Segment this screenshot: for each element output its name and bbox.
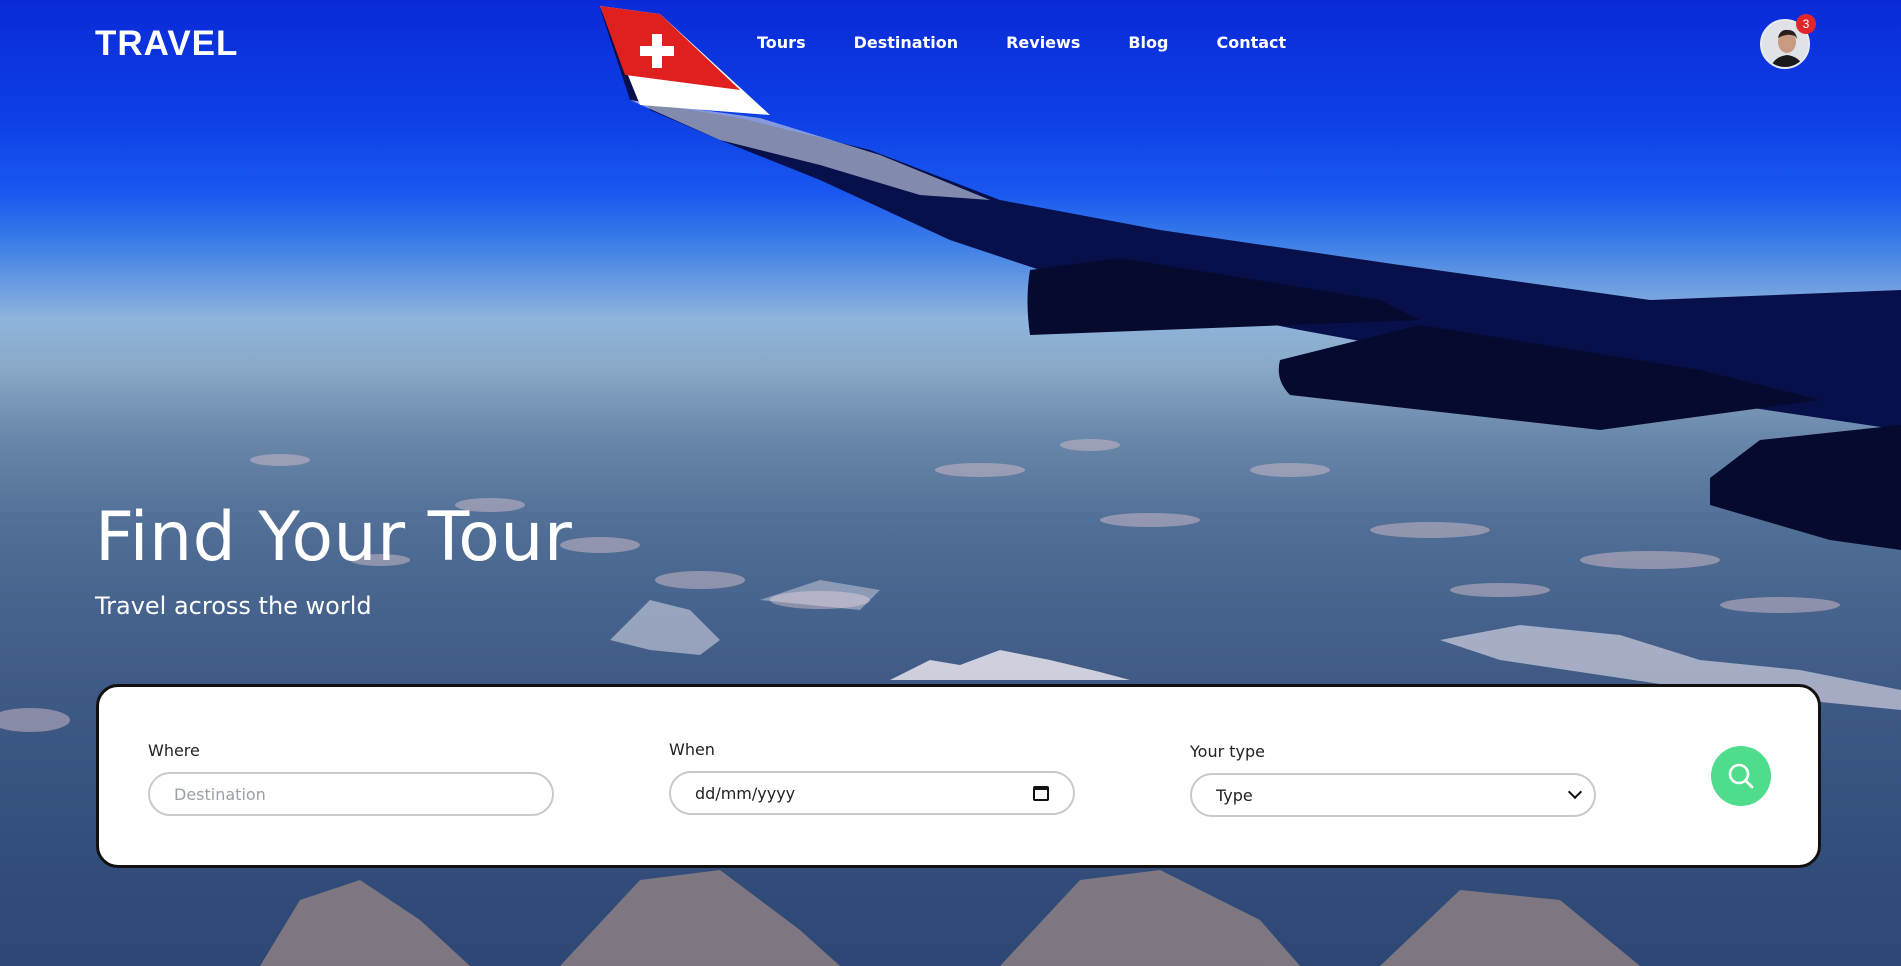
where-label: Where [148, 741, 200, 760]
type-select[interactable]: Type [1190, 773, 1596, 817]
type-field-group: Your type Type [1190, 742, 1596, 817]
when-field-group: When dd/mm/yyyy [669, 740, 1075, 815]
nav-contact[interactable]: Contact [1216, 33, 1286, 52]
logo[interactable]: TRAVEL [95, 24, 238, 64]
destination-placeholder: Destination [174, 784, 266, 804]
nav-reviews[interactable]: Reviews [1006, 33, 1080, 52]
where-field-group: Where Destination [148, 741, 554, 816]
calendar-icon[interactable] [1033, 786, 1049, 801]
search-icon [1728, 763, 1754, 789]
destination-input[interactable]: Destination [148, 772, 554, 816]
date-input[interactable]: dd/mm/yyyy [669, 771, 1075, 815]
date-value: dd/mm/yyyy [695, 783, 796, 803]
nav-destination[interactable]: Destination [854, 33, 959, 52]
search-panel: Where Destination When dd/mm/yyyy Your t… [96, 684, 1821, 868]
top-navbar: TRAVEL Tours Destination Reviews Blog Co… [0, 0, 1901, 90]
type-value: Type [1216, 785, 1253, 805]
chevron-down-icon [1567, 784, 1583, 800]
nav-blog[interactable]: Blog [1128, 33, 1168, 52]
when-label: When [669, 740, 715, 759]
hero-subtitle: Travel across the world [95, 592, 372, 620]
main-menu: Tours Destination Reviews Blog Contact [757, 33, 1334, 52]
search-button[interactable] [1711, 746, 1771, 806]
nav-tours[interactable]: Tours [757, 33, 806, 52]
notification-badge: 3 [1796, 14, 1816, 34]
type-label: Your type [1190, 742, 1265, 761]
hero-title: Find Your Tour [95, 498, 573, 577]
